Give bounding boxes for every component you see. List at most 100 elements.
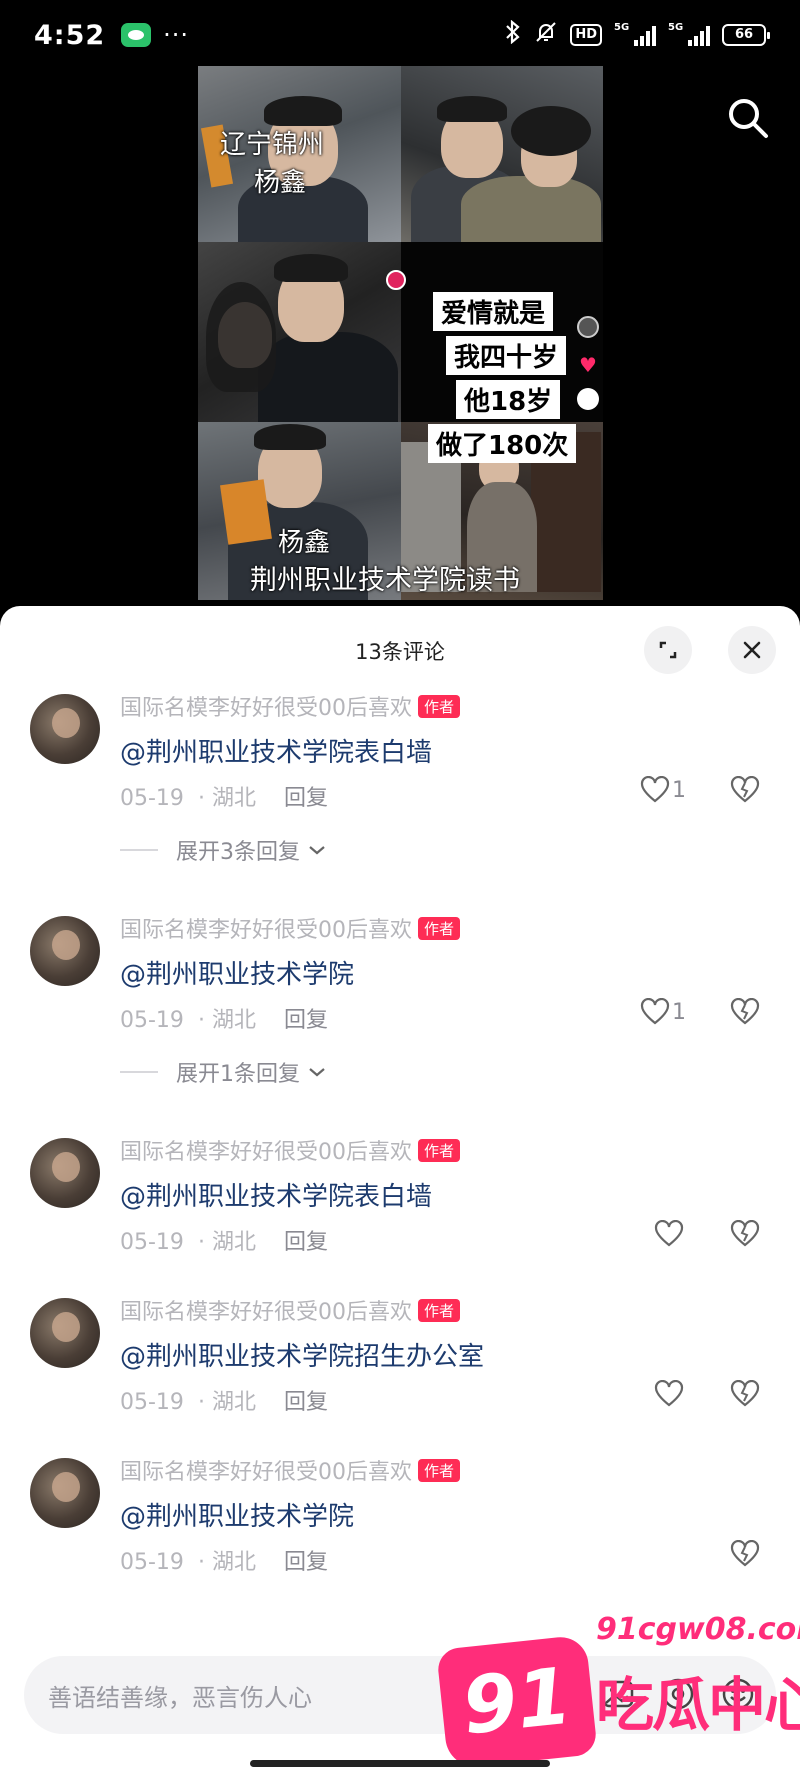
author-badge: 作者 — [418, 695, 461, 718]
status-time: 4:52 — [34, 19, 106, 51]
comment-username[interactable]: 国际名模李好好很受00后喜欢 作者 — [120, 912, 461, 944]
comment-text[interactable]: @荆州职业技术学院表白墙 — [120, 1176, 432, 1213]
heart-icon: ♥ — [579, 353, 597, 377]
video-player[interactable]: 辽宁锦州 杨鑫 杨鑫 荆州职业技术学院读书 爱情就是 我四十岁 他18岁 做了1… — [0, 66, 800, 610]
bluetooth-icon — [504, 19, 522, 50]
status-icons: HD 5G 5G 66 — [504, 19, 770, 50]
dislike-button[interactable] — [730, 1219, 760, 1252]
video-caption: 杨鑫 — [278, 528, 331, 558]
dislike-button[interactable] — [730, 1539, 760, 1572]
watermark-url: 91cgw08.com — [596, 1612, 800, 1647]
watermark-logo: 91 — [436, 1634, 598, 1770]
comment-meta: 05-19 · 湖北 回复 — [120, 1384, 328, 1416]
heart-outline-icon — [640, 776, 670, 803]
comment-date: 05-19 — [120, 1008, 184, 1033]
comment-date: 05-19 — [120, 1390, 184, 1415]
video-caption: 荆州职业技术学院读书 — [250, 565, 520, 596]
expand-replies-label: 展开1条回复 — [176, 1062, 300, 1087]
comment-location: · 湖北 — [197, 1390, 256, 1415]
fullscreen-button[interactable] — [644, 626, 692, 674]
like-button[interactable] — [654, 1220, 684, 1248]
like-count: 1 — [672, 777, 686, 803]
comment-location: · 湖北 — [197, 786, 256, 811]
music-disc-icon — [577, 316, 599, 338]
reply-button[interactable]: 回复 — [284, 1390, 328, 1415]
video-photo — [401, 66, 603, 242]
like-button[interactable] — [654, 1380, 684, 1408]
overlay-text: 我四十岁 — [446, 336, 567, 375]
like-button[interactable]: 1 — [640, 998, 686, 1026]
comment-meta: 05-19 · 湖北 回复 — [120, 1224, 328, 1256]
creator-avatar-icon — [386, 270, 406, 290]
home-indicator[interactable] — [250, 1760, 550, 1767]
comment-username[interactable]: 国际名模李好好很受00后喜欢 作者 — [120, 1454, 461, 1486]
video-caption: 杨鑫 — [254, 168, 307, 198]
reply-button[interactable]: 回复 — [284, 1550, 328, 1575]
comment-meta: 05-19 · 湖北 回复 — [120, 1002, 328, 1034]
comment-text[interactable]: @荆州职业技术学院 — [120, 1496, 354, 1533]
video-caption: 辽宁锦州 — [220, 130, 325, 160]
username-text: 国际名模李好好很受00后喜欢 — [120, 696, 412, 721]
dislike-button[interactable] — [730, 997, 760, 1030]
comment-date: 05-19 — [120, 786, 184, 811]
more-notifications-icon: ··· — [163, 21, 190, 49]
broken-heart-icon — [730, 775, 760, 803]
battery-icon: 66 — [722, 24, 770, 46]
avatar[interactable] — [30, 1458, 100, 1528]
comment-meta: 05-19 · 湖北 回复 — [120, 780, 328, 812]
avatar[interactable] — [30, 1138, 100, 1208]
dislike-button[interactable] — [730, 1379, 760, 1412]
overlay-text: 做了180次 — [428, 424, 577, 463]
comment-date: 05-19 — [120, 1230, 184, 1255]
comment-username[interactable]: 国际名模李好好很受00后喜欢 作者 — [120, 1134, 461, 1166]
watermark-name: 吃瓜中心 — [596, 1671, 800, 1739]
hd-badge: HD — [570, 24, 602, 46]
expand-icon — [659, 641, 677, 659]
username-text: 国际名模李好好很受00后喜欢 — [120, 918, 412, 943]
site-watermark: 91 91cgw08.com 吃瓜中心 — [436, 1612, 800, 1778]
expand-replies-label: 展开3条回复 — [176, 840, 300, 865]
overlay-text: 爱情就是 — [433, 292, 554, 331]
like-button[interactable]: 1 — [640, 776, 686, 804]
signal-icon: 5G — [614, 22, 656, 46]
chevron-down-icon — [309, 1068, 325, 1077]
author-badge: 作者 — [418, 1299, 461, 1322]
expand-replies-button[interactable]: 展开3条回复 — [120, 834, 328, 866]
like-count: 1 — [672, 999, 686, 1025]
signal-label-2: 5G — [668, 22, 684, 33]
avatar[interactable] — [30, 1298, 100, 1368]
close-button[interactable] — [728, 626, 776, 674]
wechat-icon — [121, 23, 152, 47]
reply-button[interactable]: 回复 — [284, 1230, 328, 1255]
author-badge: 作者 — [418, 1459, 461, 1482]
comment-username[interactable]: 国际名模李好好很受00后喜欢 作者 — [120, 1294, 461, 1326]
reply-button[interactable]: 回复 — [284, 786, 328, 811]
comment-username[interactable]: 国际名模李好好很受00后喜欢 作者 — [120, 690, 461, 722]
avatar[interactable] — [30, 916, 100, 986]
avatar[interactable] — [30, 694, 100, 764]
signal-label: 5G — [614, 22, 630, 33]
author-badge: 作者 — [418, 917, 461, 940]
comment-text[interactable]: @荆州职业技术学院招生办公室 — [120, 1336, 484, 1373]
broken-heart-icon — [730, 1539, 760, 1567]
username-text: 国际名模李好好很受00后喜欢 — [120, 1300, 412, 1325]
mute-bell-icon — [534, 20, 558, 50]
dislike-button[interactable] — [730, 775, 760, 808]
video-frame: 辽宁锦州 杨鑫 杨鑫 荆州职业技术学院读书 爱情就是 我四十岁 他18岁 做了1… — [198, 66, 603, 600]
comment-location: · 湖北 — [197, 1550, 256, 1575]
heart-outline-icon — [640, 998, 670, 1025]
status-bar: 4:52 ··· HD 5G 5G 66 — [0, 0, 800, 70]
reply-button[interactable]: 回复 — [284, 1008, 328, 1033]
expand-replies-button[interactable]: 展开1条回复 — [120, 1056, 328, 1088]
comment-text[interactable]: @荆州职业技术学院表白墙 — [120, 732, 432, 769]
username-text: 国际名模李好好很受00后喜欢 — [120, 1460, 412, 1485]
comment-text[interactable]: @荆州职业技术学院 — [120, 954, 354, 991]
comment-date: 05-19 — [120, 1550, 184, 1575]
comment-location: · 湖北 — [197, 1230, 256, 1255]
heart-outline-icon — [654, 1380, 684, 1407]
heart-outline-icon — [654, 1220, 684, 1247]
comment-icon — [577, 388, 599, 410]
comment-location: · 湖北 — [197, 1008, 256, 1033]
search-icon[interactable] — [726, 96, 770, 140]
comment-meta: 05-19 · 湖北 回复 — [120, 1544, 328, 1576]
